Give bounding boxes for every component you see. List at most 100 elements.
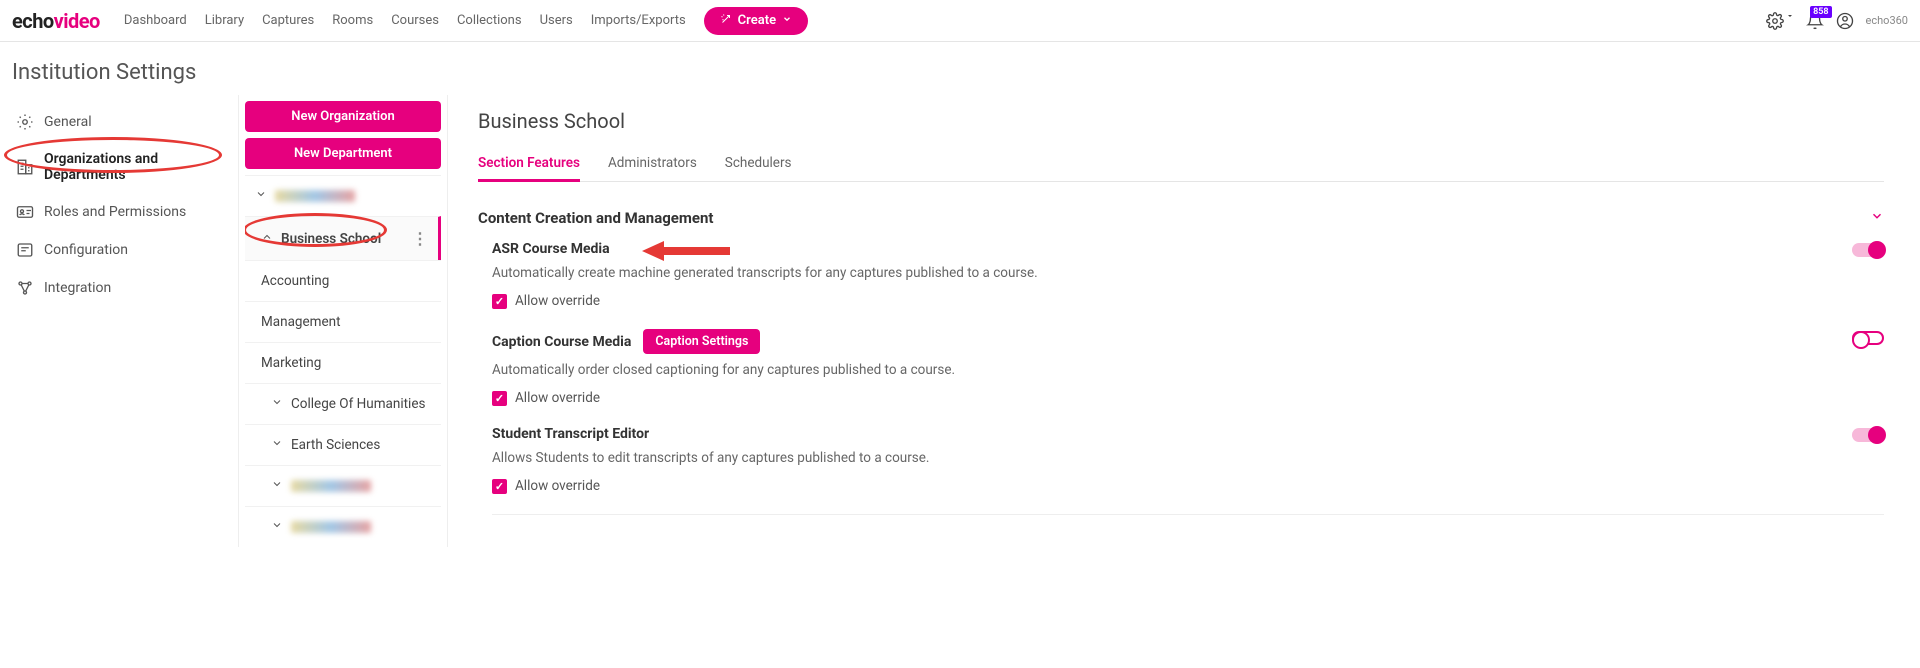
tab-section-features[interactable]: Section Features [478, 147, 580, 182]
gear-icon [16, 113, 34, 131]
tree-row-redacted[interactable] [245, 465, 441, 506]
checkbox-checked-icon[interactable]: ✓ [492, 294, 507, 309]
settings-sidebar: General Organizations and Departments Ro… [0, 95, 238, 547]
sidebar-item-integration[interactable]: Integration [0, 269, 238, 307]
panel-title: Business School [478, 109, 1884, 133]
redacted-label [275, 190, 355, 202]
checkbox-checked-icon[interactable]: ✓ [492, 391, 507, 406]
tab-administrators[interactable]: Administrators [608, 147, 697, 181]
kebab-menu-icon[interactable]: ⋮ [412, 229, 428, 248]
tree-row-marketing[interactable]: Marketing [245, 342, 441, 383]
create-label: Create [738, 13, 776, 28]
allow-label: Allow override [515, 478, 600, 494]
feature-description: Automatically order closed captioning fo… [492, 362, 1884, 378]
page-title: Institution Settings [0, 42, 1920, 95]
logo-text-1: echo [12, 9, 54, 33]
nav-dashboard[interactable]: Dashboard [124, 13, 187, 28]
tree-label: Business School [281, 231, 381, 247]
nav-links: Dashboard Library Captures Rooms Courses… [124, 13, 686, 28]
toggle-caption[interactable] [1852, 331, 1884, 345]
redacted-label [291, 480, 371, 492]
sliders-icon [16, 241, 34, 259]
settings-dropdown[interactable] [1766, 12, 1794, 30]
new-organization-button[interactable]: New Organization [245, 101, 441, 132]
tree-row-earth-sciences[interactable]: Earth Sciences [245, 424, 441, 465]
sidebar-item-roles[interactable]: Roles and Permissions [0, 193, 238, 231]
new-department-button[interactable]: New Department [245, 138, 441, 169]
allow-override-row[interactable]: ✓ Allow override [492, 478, 1884, 494]
detail-panel: Business School Section Features Adminis… [448, 95, 1920, 547]
nav-courses[interactable]: Courses [391, 13, 439, 28]
sidebar-label: Organizations and Departments [44, 151, 222, 183]
tenant-label: echo360 [1866, 14, 1908, 27]
chevron-down-icon [1870, 208, 1884, 227]
tree-row-accounting[interactable]: Accounting [245, 260, 441, 301]
chevron-down-icon [255, 188, 267, 204]
id-card-icon [16, 203, 34, 221]
feature-label: ASR Course Media [492, 241, 610, 257]
nav-users[interactable]: Users [540, 13, 573, 28]
feature-student-transcript-editor: Student Transcript Editor Allows Student… [492, 426, 1884, 494]
caret-down-icon [1786, 12, 1794, 20]
allow-override-row[interactable]: ✓ Allow override [492, 390, 1884, 406]
feature-caption-course-media: Caption Course Media Caption Settings Au… [492, 329, 1884, 406]
feature-label: Caption Course Media [492, 334, 631, 350]
user-circle-icon [1836, 12, 1854, 30]
building-icon [16, 158, 34, 176]
chevron-down-icon [271, 478, 283, 494]
sidebar-label: Roles and Permissions [44, 204, 186, 220]
redacted-label [291, 521, 371, 533]
toggle-student-transcript[interactable] [1852, 428, 1884, 442]
top-nav-right: 858 echo360 [1766, 12, 1908, 30]
sidebar-item-organizations[interactable]: Organizations and Departments [0, 141, 238, 193]
sidebar-label: General [44, 114, 92, 130]
feature-label: Student Transcript Editor [492, 426, 649, 442]
feature-description: Allows Students to edit transcripts of a… [492, 450, 1884, 466]
divider [492, 514, 1884, 515]
allow-label: Allow override [515, 293, 600, 309]
caption-settings-button[interactable]: Caption Settings [643, 329, 760, 354]
notifications-button[interactable]: 858 [1806, 12, 1824, 30]
checkbox-checked-icon[interactable]: ✓ [492, 479, 507, 494]
notification-badge: 858 [1810, 6, 1831, 18]
tree-row-redacted[interactable] [245, 506, 441, 547]
section-content-creation[interactable]: Content Creation and Management [478, 208, 1884, 227]
sidebar-item-general[interactable]: General [0, 103, 238, 141]
toggle-asr[interactable] [1852, 243, 1884, 257]
allow-label: Allow override [515, 390, 600, 406]
tree-row-business-school[interactable]: Business School ⋮ [245, 216, 441, 260]
gear-icon [1766, 12, 1784, 30]
nav-library[interactable]: Library [205, 13, 244, 28]
annotation-arrow [642, 239, 732, 263]
chevron-up-icon [261, 231, 273, 247]
org-tree: New Organization New Department Business… [238, 95, 448, 547]
network-icon [16, 279, 34, 297]
tree-label: Accounting [261, 273, 329, 289]
nav-rooms[interactable]: Rooms [332, 13, 373, 28]
chevron-down-icon [271, 437, 283, 453]
tree-row-management[interactable]: Management [245, 301, 441, 342]
nav-collections[interactable]: Collections [457, 13, 522, 28]
tree-label: College Of Humanities [291, 396, 425, 412]
feature-asr-course-media: ASR Course Media Automatically create ma… [492, 241, 1884, 309]
chevron-down-icon [271, 396, 283, 412]
tree-label: Management [261, 314, 341, 330]
chevron-down-icon [271, 519, 283, 535]
tree-label: Earth Sciences [291, 437, 380, 453]
tab-schedulers[interactable]: Schedulers [725, 147, 792, 181]
panel-tabs: Section Features Administrators Schedule… [478, 147, 1884, 182]
nav-imports-exports[interactable]: Imports/Exports [591, 13, 686, 28]
logo[interactable]: echovideo [12, 9, 100, 33]
logo-text-2: video [54, 9, 100, 33]
wand-icon [720, 13, 732, 29]
sidebar-label: Configuration [44, 242, 128, 258]
account-button[interactable] [1836, 12, 1854, 30]
tree-row-org-redacted[interactable] [245, 175, 441, 216]
create-button[interactable]: Create [704, 7, 808, 35]
sidebar-item-configuration[interactable]: Configuration [0, 231, 238, 269]
nav-captures[interactable]: Captures [262, 13, 314, 28]
sidebar-label: Integration [44, 280, 111, 296]
tree-row-humanities[interactable]: College Of Humanities [245, 383, 441, 424]
feature-description: Automatically create machine generated t… [492, 265, 1884, 281]
allow-override-row[interactable]: ✓ Allow override [492, 293, 1884, 309]
